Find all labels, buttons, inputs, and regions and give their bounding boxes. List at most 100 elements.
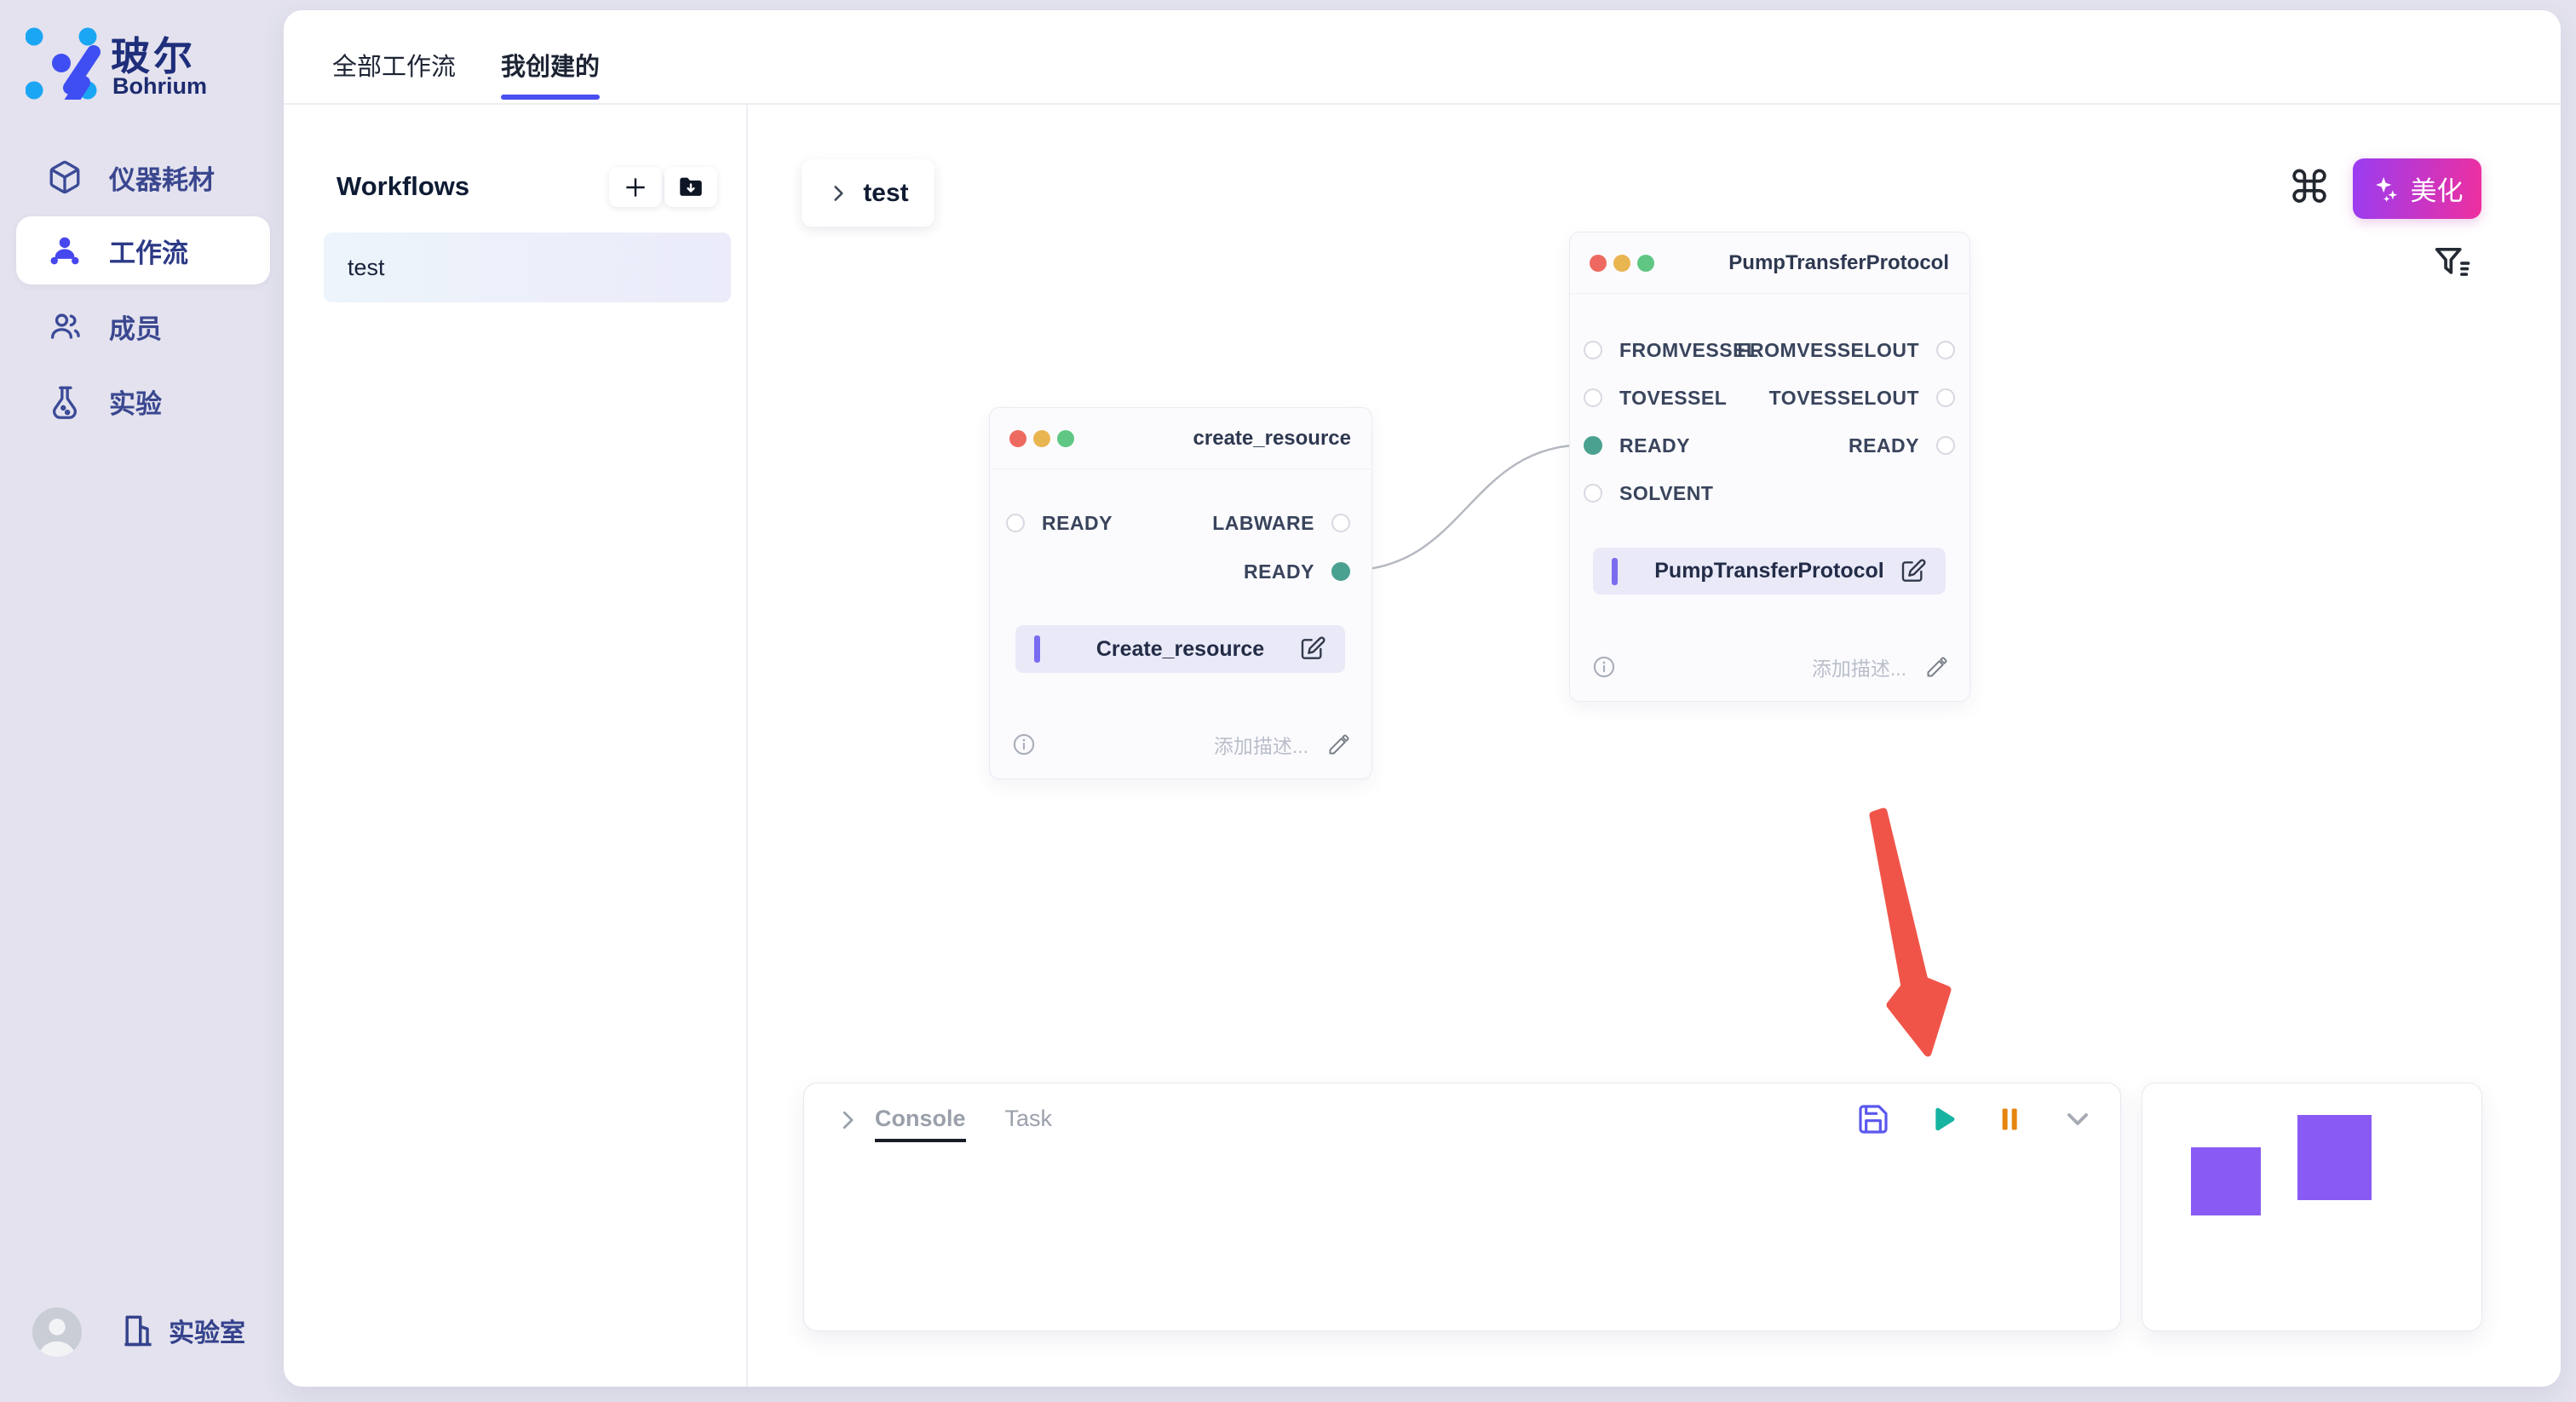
traffic-dot-green <box>1057 430 1074 447</box>
avatar[interactable] <box>32 1307 82 1357</box>
experiment-icon <box>45 382 84 421</box>
node-action-pill[interactable]: PumpTransferProtocol <box>1593 548 1946 595</box>
node-description-placeholder[interactable]: 添加描述... <box>1214 730 1308 759</box>
command-icon[interactable]: ⌘ <box>2286 162 2333 215</box>
port-ready-out[interactable] <box>1331 562 1350 581</box>
workflow-tabbar: 全部工作流 我创建的 <box>284 10 2561 105</box>
console-tabs: Console Task <box>875 1106 1052 1142</box>
port-label: SOLVENT <box>1619 482 1713 505</box>
sidebar-item-experiment[interactable]: 实验 <box>16 367 270 435</box>
node-footer: 添加描述... <box>990 727 1371 761</box>
port-ready-in[interactable] <box>1584 436 1602 455</box>
chevron-right-icon <box>835 1107 860 1133</box>
workflow-list-item[interactable]: test <box>324 233 731 302</box>
port-ready-in[interactable] <box>1006 514 1025 532</box>
tab-console[interactable]: Console <box>875 1106 966 1142</box>
folder-download-icon <box>676 173 705 202</box>
port-label: FROMVESSELOUT <box>1737 339 1919 362</box>
output-port-row: FROMVESSELOUT <box>1737 326 1955 374</box>
workflow-icon <box>45 231 84 270</box>
breadcrumb-label: test <box>863 179 908 208</box>
node-description-placeholder[interactable]: 添加描述... <box>1812 652 1906 681</box>
pencil-icon[interactable] <box>1925 655 1949 679</box>
traffic-dot-red <box>1590 255 1607 272</box>
traffic-dot-green <box>1637 255 1654 272</box>
console-collapse-button[interactable] <box>835 1107 860 1133</box>
package-icon <box>45 158 84 197</box>
output-port-row: LABWARE <box>1212 499 1350 547</box>
play-icon[interactable] <box>1924 1102 1958 1136</box>
node-header: create_resource <box>990 408 1371 469</box>
edit-square-icon[interactable] <box>1299 635 1326 663</box>
sidebar-item-workflow[interactable]: 工作流 <box>16 216 270 284</box>
import-workflow-button[interactable] <box>664 167 717 207</box>
port-label: LABWARE <box>1212 512 1314 535</box>
filter-icon[interactable] <box>2429 240 2474 284</box>
port-labware-out[interactable] <box>1331 514 1350 532</box>
app-name-en: Bohrium <box>112 73 207 100</box>
beautify-label: 美化 <box>2411 170 2464 208</box>
sidebar-item-label: 实验 <box>109 382 162 421</box>
info-icon[interactable] <box>1012 733 1036 756</box>
port-tovesselout[interactable] <box>1936 388 1955 407</box>
port-label: READY <box>1042 512 1113 535</box>
node-create-resource[interactable]: create_resource READY LABWARE READY Crea… <box>989 407 1372 779</box>
minimap-node-pump-transfer <box>2297 1115 2372 1200</box>
pill-accent-bar <box>1612 558 1618 585</box>
port-label: TOVESSEL <box>1619 387 1727 410</box>
sidebar-item-members[interactable]: 成员 <box>16 292 270 360</box>
input-port-row: FROMVESSEL <box>1584 326 1758 374</box>
input-port-row: SOLVENT <box>1584 469 1713 517</box>
sidebar: 玻尔 Bohrium 仪器耗材 工作流 <box>0 0 284 1402</box>
port-solvent-in[interactable] <box>1584 484 1602 503</box>
input-port-row: TOVESSEL <box>1584 374 1727 422</box>
traffic-dot-yellow <box>1613 255 1630 272</box>
app-window: 玻尔 Bohrium 仪器耗材 工作流 <box>0 0 2576 1402</box>
minimap-node-create-resource <box>2191 1147 2261 1215</box>
node-title: create_resource <box>1193 408 1351 469</box>
node-pump-transfer-protocol[interactable]: PumpTransferProtocol FROMVESSEL TOVESSEL… <box>1569 232 1970 702</box>
tab-task[interactable]: Task <box>1005 1106 1053 1142</box>
port-fromvesselout[interactable] <box>1936 341 1955 359</box>
pill-label: PumpTransferProtocol <box>1593 559 1946 583</box>
add-workflow-button[interactable] <box>609 167 662 207</box>
input-port-row: READY <box>1006 499 1113 547</box>
info-icon[interactable] <box>1592 655 1616 679</box>
tab-all-workflows[interactable]: 全部工作流 <box>332 47 456 103</box>
node-header: PumpTransferProtocol <box>1570 233 1969 294</box>
chevron-down-icon[interactable] <box>2061 1102 2095 1136</box>
workflow-item-name: test <box>348 255 385 281</box>
building-icon <box>119 1312 157 1349</box>
port-label: READY <box>1244 560 1314 583</box>
chevron-right-icon <box>827 182 849 204</box>
tab-created-by-me[interactable]: 我创建的 <box>501 47 600 103</box>
save-icon[interactable] <box>1856 1102 1890 1136</box>
beautify-button[interactable]: 美化 <box>2353 158 2481 219</box>
port-tovessel-in[interactable] <box>1584 388 1602 407</box>
edge-create-resource-to-pump[interactable] <box>1346 445 1587 571</box>
pill-label: Create_resource <box>1015 637 1345 662</box>
sidebar-item-consumables[interactable]: 仪器耗材 <box>16 143 270 211</box>
port-label: READY <box>1849 434 1919 457</box>
traffic-dot-yellow <box>1033 430 1050 447</box>
traffic-dot-red <box>1009 430 1026 447</box>
minimap[interactable] <box>2142 1083 2482 1331</box>
port-label: TOVESSELOUT <box>1769 387 1919 410</box>
breadcrumb[interactable]: test <box>802 159 934 227</box>
output-port-row: READY <box>1849 422 1955 469</box>
pencil-icon[interactable] <box>1327 733 1351 756</box>
pill-accent-bar <box>1034 635 1040 663</box>
workspace-switcher[interactable]: 实验室 <box>119 1312 245 1349</box>
port-ready-out[interactable] <box>1936 436 1955 455</box>
bohrium-logo-icon <box>26 21 102 100</box>
pause-icon[interactable] <box>1992 1102 2027 1136</box>
port-fromvessel-in[interactable] <box>1584 341 1602 359</box>
node-action-pill[interactable]: Create_resource <box>1015 625 1345 673</box>
members-icon <box>45 307 84 346</box>
workflows-panel: Workflows test <box>284 105 748 1387</box>
output-port-row: TOVESSELOUT <box>1769 374 1955 422</box>
edit-square-icon[interactable] <box>1900 558 1927 585</box>
input-port-row: READY <box>1584 422 1690 469</box>
node-title: PumpTransferProtocol <box>1728 233 1949 294</box>
workspace-label: 实验室 <box>169 1312 245 1349</box>
